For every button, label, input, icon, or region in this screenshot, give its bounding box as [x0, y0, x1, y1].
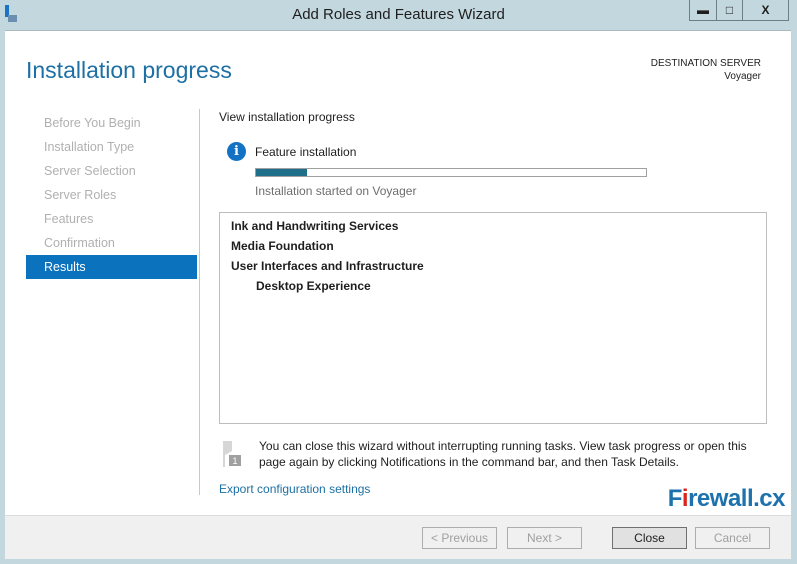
server-manager-icon [5, 5, 17, 22]
destination-server-name: Voyager [724, 71, 761, 82]
firewall-cx-watermark-logo: Firewall.cx [667, 485, 786, 512]
minimize-button[interactable]: ▬ [690, 0, 716, 20]
maximize-button[interactable]: □ [716, 0, 742, 20]
feature-item: Media Foundation [231, 239, 334, 253]
wizard-nav: Before You Begin Installation Type Server … [26, 111, 197, 279]
close-window-button[interactable]: X [742, 0, 788, 20]
nav-item-server-roles[interactable]: Server Roles [26, 183, 197, 207]
notification-count: 1 [232, 456, 237, 466]
window-controls: ▬ □ X [689, 0, 789, 21]
feature-item: Desktop Experience [256, 279, 371, 293]
notification-flag-icon: 1 [223, 441, 241, 467]
info-icon: i [227, 142, 246, 161]
cancel-button[interactable]: Cancel [695, 527, 770, 549]
wizard-body: Installation progress DESTINATION SERVER… [5, 30, 791, 559]
status-title: Feature installation [255, 145, 357, 159]
window-title: Add Roles and Features Wizard [292, 6, 505, 23]
section-heading: View installation progress [219, 110, 355, 124]
info-note: You can close this wizard without interr… [259, 439, 747, 469]
nav-item-server-selection[interactable]: Server Selection [26, 159, 197, 183]
nav-item-installation-type[interactable]: Installation Type [26, 135, 197, 159]
progress-bar [255, 168, 647, 177]
nav-item-features[interactable]: Features [26, 207, 197, 231]
destination-server: DESTINATION SERVER Voyager [651, 57, 761, 83]
destination-label: DESTINATION SERVER [650, 58, 761, 69]
next-button[interactable]: Next > [507, 527, 582, 549]
feature-list: Ink and Handwriting Services Media Founda… [219, 212, 767, 424]
status-text: Installation started on Voyager [255, 184, 417, 198]
progress-fill [256, 169, 307, 176]
nav-item-results[interactable]: Results [26, 255, 197, 279]
close-button[interactable]: Close [612, 527, 687, 549]
nav-item-before-you-begin[interactable]: Before You Begin [26, 111, 197, 135]
button-bar: < Previous Next > Close Cancel [5, 515, 791, 559]
previous-button[interactable]: < Previous [422, 527, 497, 549]
page-title: Installation progress [26, 57, 232, 83]
export-configuration-link[interactable]: Export configuration settings [219, 482, 370, 496]
nav-item-confirmation[interactable]: Confirmation [26, 231, 197, 255]
feature-item: Ink and Handwriting Services [231, 219, 399, 233]
divider [199, 109, 200, 495]
feature-item: User Interfaces and Infrastructure [231, 259, 424, 273]
